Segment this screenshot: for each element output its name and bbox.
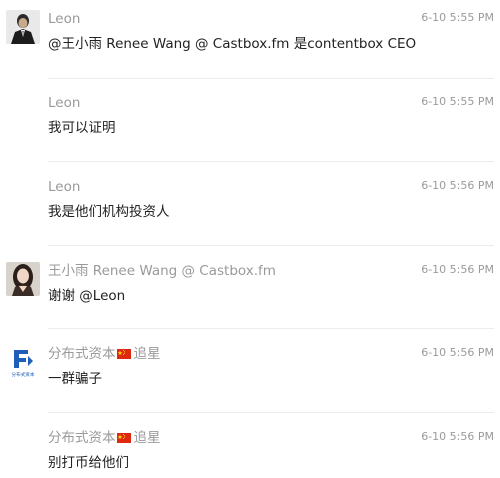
message-divider bbox=[48, 78, 494, 79]
message-divider bbox=[48, 412, 494, 413]
message-divider bbox=[48, 161, 494, 162]
sender-name[interactable]: 分布式资本 追星 bbox=[48, 429, 161, 447]
sender-name[interactable]: Leon bbox=[48, 10, 80, 28]
message-text: 我是他们机构投资人 bbox=[48, 204, 170, 220]
sender-label: 分布式资本 bbox=[48, 430, 116, 446]
message-text: 一群骗子 bbox=[48, 371, 102, 387]
china-flag-icon bbox=[116, 349, 131, 359]
message-text: 别打币给他们 bbox=[48, 455, 129, 471]
message-timestamp: 6-10 5:55 PM bbox=[421, 11, 494, 24]
sender-name[interactable]: 王小雨 Renee Wang @ Castbox.fm bbox=[48, 262, 276, 280]
message-text: 我可以证明 bbox=[48, 120, 116, 136]
sender-name[interactable]: 分布式资本 追星 bbox=[48, 345, 161, 363]
message-divider bbox=[48, 245, 494, 246]
china-flag-icon bbox=[116, 433, 131, 443]
message-divider bbox=[48, 328, 494, 329]
message-timestamp: 6-10 5:56 PM bbox=[421, 346, 494, 359]
message-text: @王小雨 Renee Wang @ Castbox.fm 是contentbox… bbox=[48, 36, 417, 52]
sender-suffix: 追星 bbox=[133, 430, 161, 446]
leon-avatar[interactable] bbox=[6, 10, 40, 44]
sender-name[interactable]: Leon bbox=[48, 94, 80, 112]
logo-text: 分布式资本 bbox=[12, 371, 35, 378]
sender-name[interactable]: Leon bbox=[48, 178, 80, 196]
renee-avatar[interactable] bbox=[6, 262, 40, 296]
chat-transcript: Leon 6-10 5:55 PM @王小雨 Renee Wang @ Cast… bbox=[0, 0, 500, 478]
distributed-capital-logo[interactable]: 分布式资本 bbox=[6, 345, 40, 379]
sender-suffix: 追星 bbox=[133, 346, 161, 362]
message-text: 谢谢 @Leon bbox=[48, 288, 126, 304]
message-timestamp: 6-10 5:55 PM bbox=[421, 95, 494, 108]
sender-label: 分布式资本 bbox=[48, 346, 116, 362]
message-timestamp: 6-10 5:56 PM bbox=[421, 263, 494, 276]
message-timestamp: 6-10 5:56 PM bbox=[421, 430, 494, 443]
message-timestamp: 6-10 5:56 PM bbox=[421, 179, 494, 192]
